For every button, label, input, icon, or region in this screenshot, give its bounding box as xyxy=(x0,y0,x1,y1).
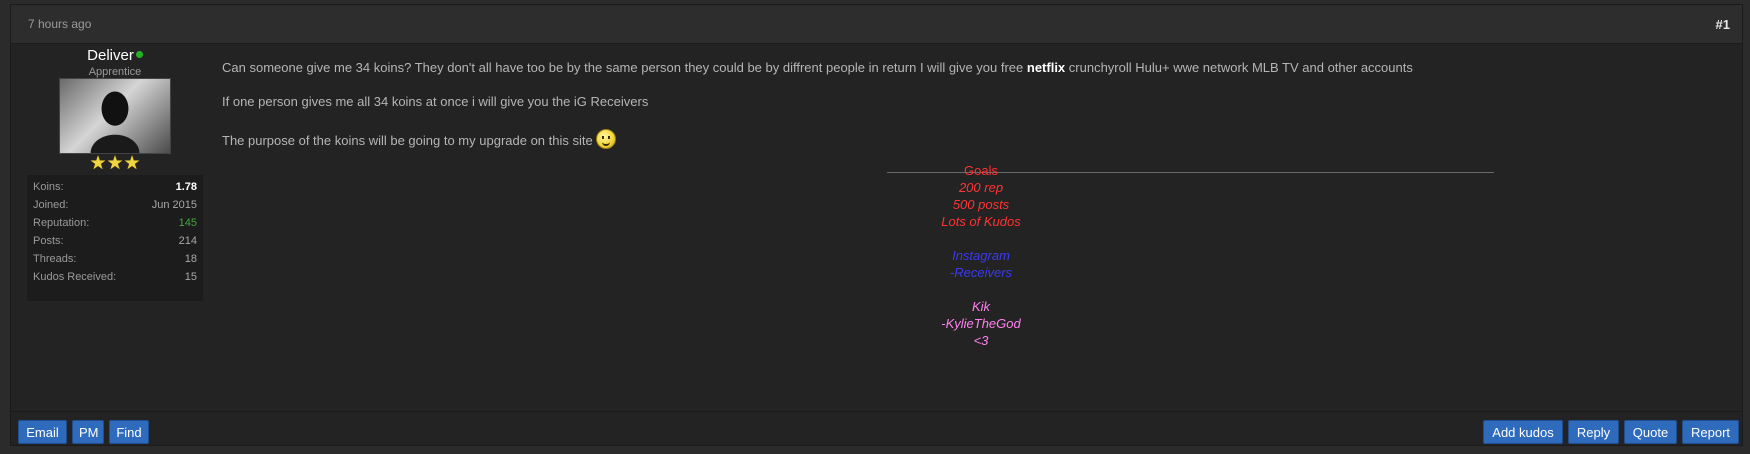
reply-button[interactable]: Reply xyxy=(1568,420,1619,444)
stat-label: Threads: xyxy=(33,253,77,265)
post-time: 7 hours ago xyxy=(28,17,92,31)
sig-goal: Lots of Kudos xyxy=(941,214,1021,229)
online-status-icon xyxy=(135,51,143,58)
stat-value[interactable]: 145 xyxy=(179,214,197,232)
stat-label: Reputation: xyxy=(33,217,90,229)
forum-post: 7 hours ago #1 Deliver Apprentice ★★★ Ko… xyxy=(10,4,1743,446)
message-paragraph-3: The purpose of the koins will be going t… xyxy=(222,129,616,149)
post-number-link[interactable]: #1 xyxy=(1716,17,1730,32)
sig-goal: 500 posts xyxy=(952,197,1010,212)
stat-value: 15 xyxy=(184,271,197,283)
star-icon-group: ★★★ xyxy=(89,153,141,174)
stat-posts: Posts: 214 xyxy=(33,232,197,250)
author-panel: Deliver Apprentice ★★★ Koins: 1.78 Joine… xyxy=(27,43,203,301)
stat-threads: Threads: 18 xyxy=(33,250,197,268)
stat-value: Jun 2015 xyxy=(151,199,197,211)
post-header: 7 hours ago #1 xyxy=(11,5,1742,44)
stat-label: Kudos Received: xyxy=(33,271,117,283)
quote-button[interactable]: Quote xyxy=(1624,420,1677,444)
stat-label: Posts: xyxy=(33,235,64,247)
sig-spacer xyxy=(222,281,1740,298)
author-name[interactable]: Deliver xyxy=(87,47,134,64)
email-button[interactable]: Email xyxy=(18,420,67,444)
message-text: Can someone give me 34 koins? They don't… xyxy=(222,60,1027,75)
signature: Goals 200 rep 500 posts Lots of Kudos In… xyxy=(222,162,1740,349)
sig-goals-title: Goals xyxy=(964,163,998,178)
stat-label: Koins: xyxy=(33,181,64,193)
message-text: crunchyroll Hulu+ wwe network MLB TV and… xyxy=(1065,60,1413,75)
stat-value: 1.78 xyxy=(175,181,197,193)
author-rank: Apprentice xyxy=(88,66,142,78)
find-button[interactable]: Find xyxy=(109,420,149,444)
add-kudos-button[interactable]: Add kudos xyxy=(1483,420,1563,444)
message-highlight: netflix xyxy=(1026,60,1066,75)
sig-goal: 200 rep xyxy=(958,180,1004,195)
sig-instagram-title: Instagram xyxy=(952,248,1010,263)
message-text: The purpose of the koins will be going t… xyxy=(222,133,593,148)
stat-kudos: Kudos Received: 15 xyxy=(33,268,197,286)
stat-koins: Koins: 1.78 xyxy=(33,178,197,196)
stat-joined: Joined: Jun 2015 xyxy=(33,196,197,214)
sig-spacer xyxy=(222,230,1740,247)
stat-label: Joined: xyxy=(33,199,69,211)
sig-instagram-handle: -Receivers xyxy=(949,265,1013,280)
author-stats: Koins: 1.78 Joined: Jun 2015 Reputation:… xyxy=(27,175,203,301)
message-paragraph-1: Can someone give me 34 koins? They don't… xyxy=(222,60,1413,75)
smiley-icon xyxy=(595,129,616,149)
rank-stars: ★★★ xyxy=(27,154,203,174)
stat-value: 18 xyxy=(184,253,197,265)
pm-button[interactable]: PM xyxy=(72,420,104,444)
message-paragraph-2: If one person gives me all 34 koins at o… xyxy=(222,94,649,109)
author-name-row: Deliver xyxy=(27,47,203,65)
avatar[interactable] xyxy=(59,78,171,154)
sig-kik-handle: -KylieTheGod xyxy=(941,316,1021,331)
post-footer: Email PM Find Add kudos Reply Quote Repo… xyxy=(11,411,1742,448)
stat-value: 214 xyxy=(178,235,197,247)
sig-heart: <3 xyxy=(973,333,989,348)
report-button[interactable]: Report xyxy=(1682,420,1739,444)
sig-kik-title: Kik xyxy=(971,299,991,314)
stat-reputation: Reputation: 145 xyxy=(33,214,197,232)
